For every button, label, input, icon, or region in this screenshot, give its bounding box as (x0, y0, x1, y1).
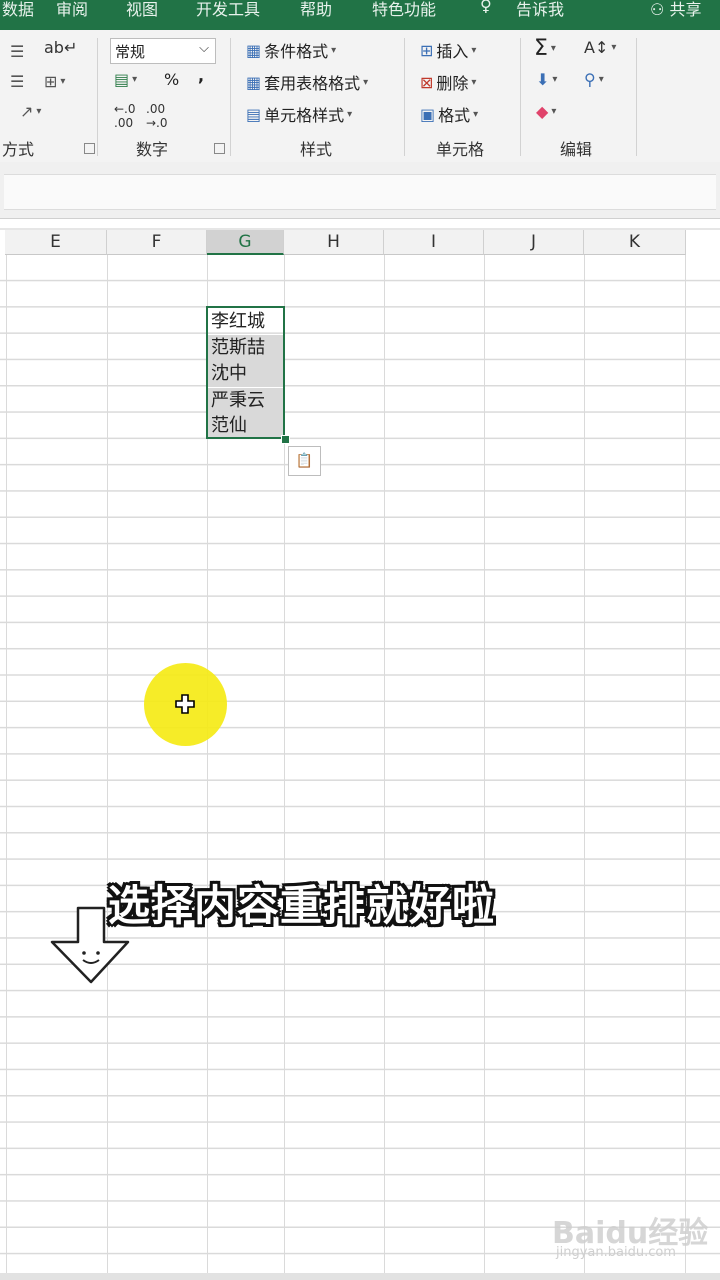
tab-data[interactable]: 数据 (2, 0, 34, 20)
tab-developer[interactable]: 开发工具 (196, 0, 260, 20)
sort-filter-button[interactable]: A↕ ▾ (584, 38, 616, 57)
increase-decimal-icon: ←.0.00 (114, 102, 136, 130)
sigma-icon: Σ (534, 36, 548, 61)
comma-icon: , (198, 66, 205, 85)
format-button[interactable]: ▣ 格式 ▾ (420, 102, 478, 126)
tell-me-search[interactable]: 告诉我 (516, 0, 564, 20)
gridline (384, 255, 385, 1273)
delete-icon: ⊠ (420, 72, 434, 92)
delete-label: 删除 (436, 74, 469, 93)
number-format-value: 常规 (115, 43, 146, 61)
insert-button[interactable]: ⊞ 插入 ▾ (420, 38, 476, 62)
person-add-icon: ⚇ (650, 0, 665, 19)
tab-help[interactable]: 帮助 (300, 0, 332, 20)
share-button[interactable]: ⚇ 共享 (650, 0, 701, 20)
increase-decimal-button[interactable]: ←.0.00 (114, 102, 136, 130)
percent-icon: % (164, 70, 180, 89)
conditional-format-button[interactable]: ▦ 条件格式 ▾ (246, 38, 336, 62)
column-header-g[interactable]: G (207, 230, 284, 255)
column-header-k[interactable]: K (584, 230, 686, 255)
cell-style-icon: ▤ (246, 104, 262, 124)
column-header-e[interactable]: E (5, 230, 107, 255)
cell-styles-label: 单元格样式 (264, 106, 345, 125)
conditional-format-icon: ▦ (246, 40, 262, 60)
tab-features[interactable]: 特色功能 (372, 0, 436, 20)
clear-button[interactable]: ◆ ▾ (536, 102, 556, 121)
formula-bar-area (0, 162, 720, 219)
eraser-icon: ◆ (536, 102, 549, 121)
cross-cursor-icon (175, 694, 195, 714)
search-icon: ⚲ (584, 70, 596, 89)
gridline (685, 255, 686, 1273)
lightbulb-icon: ♀ (480, 0, 492, 15)
cell-styles-button[interactable]: ▤ 单元格样式 ▾ (246, 102, 352, 126)
format-label: 格式 (438, 106, 471, 125)
tab-review[interactable]: 审阅 (56, 0, 88, 20)
clipboard-icon: 📋 (295, 453, 314, 469)
formula-bar[interactable] (4, 174, 716, 210)
paste-options-button[interactable]: 📋 (288, 446, 321, 476)
gridline (484, 255, 485, 1273)
merge-cells-icon[interactable]: ⊞ ▾ (44, 72, 65, 91)
styles-group-label: 样式 (300, 140, 333, 159)
orientation-icon[interactable]: ↗ ▾ (20, 102, 41, 121)
format-icon: ▣ (420, 104, 436, 124)
column-header-h[interactable]: H (284, 230, 384, 255)
alignment-group-label: 方式 (2, 140, 35, 159)
column-header-i[interactable]: I (384, 230, 484, 255)
fill-down-icon: ⬇ (536, 70, 550, 89)
alignment-launcher-icon[interactable] (84, 143, 95, 154)
table-icon: ▦ (246, 72, 262, 92)
ribbon: ab↵ ☰ ☰ ⊞ ▾ ↗ ▾ 方式 常规 ⌵ ▤ ▾ % , ←.0.00 .00 →.… (0, 30, 720, 163)
conditional-format-label: 条件格式 (264, 42, 329, 61)
editing-group-label: 编辑 (560, 140, 593, 159)
watermark-url: jingyan.baidu.com (556, 1245, 676, 1260)
find-select-button[interactable]: ⚲ ▾ (584, 70, 604, 89)
decrease-decimal-button[interactable]: .00 →.0 (146, 102, 168, 130)
format-as-table-button[interactable]: ▦ 套用表格格式 ▾ (246, 70, 368, 94)
wrap-text-icon[interactable]: ab↵ (44, 38, 77, 57)
gridline (6, 255, 7, 1273)
divider (230, 38, 231, 156)
tab-view[interactable]: 视图 (126, 0, 158, 20)
caption-text: 选择内容重排就好啦 (108, 881, 496, 930)
selection-border (206, 306, 285, 439)
chevron-down-icon: ⌵ (199, 41, 209, 56)
divider (636, 38, 637, 156)
delete-button[interactable]: ⊠ 删除 ▾ (420, 70, 476, 94)
divider (404, 38, 405, 156)
gridline (584, 255, 585, 1273)
comma-button[interactable]: , (198, 66, 204, 85)
align-center-icon[interactable]: ☰ (10, 72, 24, 91)
insert-icon: ⊞ (420, 40, 434, 60)
bottom-bar (0, 1273, 720, 1280)
format-as-table-label: 套用表格格式 (264, 74, 361, 93)
decrease-decimal-icon: .00 →.0 (146, 102, 168, 130)
autosum-button[interactable]: Σ ▾ (534, 36, 556, 61)
sort-icon: A↕ (584, 38, 609, 57)
ribbon-tab-bar: 数据 审阅 视图 开发工具 帮助 特色功能 ♀ 告诉我 ⚇ 共享 (0, 0, 720, 30)
currency-button[interactable]: ▤ ▾ (114, 70, 137, 89)
arrow-down-icon (50, 906, 130, 984)
percent-button[interactable]: % (164, 70, 179, 89)
divider (97, 38, 98, 156)
worksheet-grid[interactable] (0, 255, 720, 1273)
number-group-label: 数字 (136, 140, 169, 159)
cells-group-label: 单元格 (436, 140, 485, 159)
column-header-j[interactable]: J (484, 230, 584, 255)
number-launcher-icon[interactable] (214, 143, 225, 154)
fill-button[interactable]: ⬇ ▾ (536, 70, 557, 89)
gridline (107, 255, 108, 1273)
number-format-select[interactable]: 常规 ⌵ (110, 38, 216, 64)
insert-label: 插入 (436, 42, 469, 61)
align-left-icon[interactable]: ☰ (10, 42, 24, 61)
fill-handle[interactable] (281, 435, 290, 444)
divider (520, 38, 521, 156)
column-header-f[interactable]: F (107, 230, 207, 255)
